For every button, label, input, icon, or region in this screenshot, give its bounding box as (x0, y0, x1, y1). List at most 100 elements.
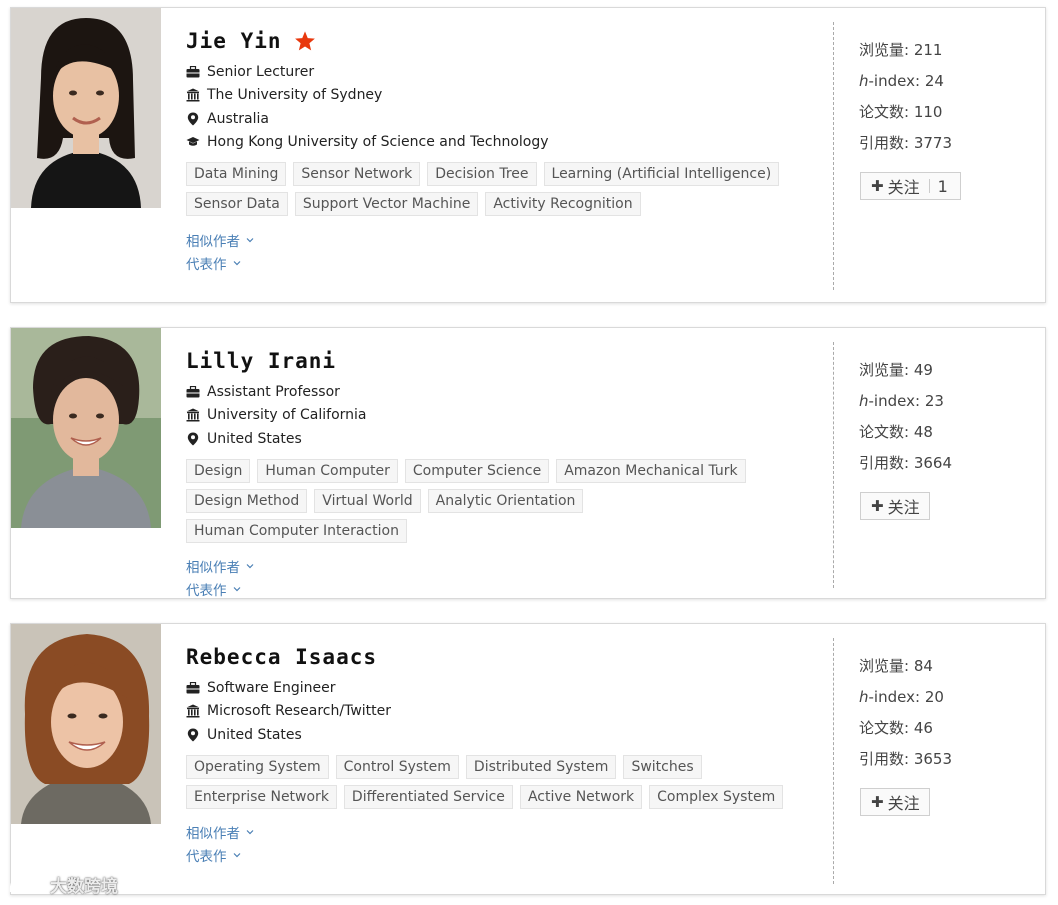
position-title: Senior Lecturer (207, 63, 315, 80)
interest-tag[interactable]: Human Computer (257, 458, 398, 483)
country: United States (207, 726, 302, 743)
interest-tag[interactable]: Differentiated Service (343, 784, 513, 809)
plus-icon: ✚ (871, 177, 884, 195)
interest-tag[interactable]: Distributed System (465, 754, 617, 779)
follow-button[interactable]: ✚ 关注 (860, 492, 930, 520)
interest-tag[interactable]: Active Network (519, 784, 643, 809)
interest-tag[interactable]: Virtual World (314, 488, 421, 513)
representative-works-label: 代表作 (186, 849, 227, 865)
interest-tag[interactable]: Amazon Mechanical Turk (556, 458, 746, 483)
interest-tag[interactable]: Human Computer Interaction (186, 518, 407, 543)
similar-authors-label: 相似作者 (186, 560, 240, 576)
representative-works-toggle[interactable]: 代表作 (186, 844, 826, 867)
views-value: 84 (913, 656, 933, 675)
hindex-prefix: h (859, 391, 869, 410)
plus-icon: ✚ (871, 497, 884, 515)
follow-label: 关注 (887, 794, 920, 813)
institution-name: University of California (207, 407, 367, 424)
interest-tag[interactable]: Learning (Artificial Intelligence) (543, 162, 780, 186)
interest-tag[interactable]: Computer Science (404, 458, 550, 483)
location-pin-icon (186, 112, 200, 126)
interest-tag[interactable]: Design (186, 458, 251, 483)
institution-name: The University of Sydney (207, 87, 383, 104)
chevron-down-icon (246, 830, 254, 835)
interest-tag[interactable]: Design Method (186, 488, 308, 513)
citations-label: 引用数: (859, 134, 910, 152)
chevron-down-icon (233, 853, 240, 858)
scholar-name[interactable]: Rebecca Isaacs (186, 645, 377, 669)
interest-tags: Data Mining Sensor Network Decision Tree… (186, 162, 806, 222)
follow-button[interactable]: ✚ 关注 1 (860, 172, 961, 200)
position-title: Assistant Professor (207, 383, 340, 400)
avatar[interactable] (11, 8, 161, 208)
citations-label: 引用数: (859, 750, 910, 768)
briefcase-icon (186, 65, 200, 79)
citations-value: 3773 (913, 133, 953, 152)
scholar-name[interactable]: Jie Yin (186, 29, 282, 53)
briefcase-icon (186, 681, 200, 695)
interest-tag[interactable]: Sensor Data (186, 192, 288, 216)
plus-icon: ✚ (871, 793, 884, 811)
hindex-label-text: -index: (868, 687, 921, 706)
star-icon[interactable] (294, 30, 316, 52)
follow-button[interactable]: ✚ 关注 (860, 788, 930, 816)
scholar-card: Lilly Irani Assistant Professor Universi… (10, 327, 1046, 599)
graduation-cap-icon (186, 135, 200, 149)
similar-authors-label: 相似作者 (186, 233, 240, 250)
views-label: 浏览量: (859, 361, 910, 379)
representative-works-toggle[interactable]: 代表作 (186, 578, 826, 601)
papers-label: 论文数: (859, 103, 910, 121)
citations-value: 3664 (913, 453, 953, 472)
interest-tag[interactable]: Enterprise Network (186, 784, 337, 809)
interest-tag[interactable]: Complex System (649, 784, 784, 809)
representative-works-label: 代表作 (186, 256, 227, 273)
country: United States (207, 430, 302, 447)
similar-authors-label: 相似作者 (186, 826, 240, 842)
follow-count: 1 (937, 176, 948, 196)
hindex-label: h-index: (859, 688, 920, 706)
watermark: 大数跨境 (8, 872, 118, 897)
follow-label: 关注 (887, 498, 920, 517)
similar-authors-toggle[interactable]: 相似作者 (186, 821, 826, 844)
interest-tag[interactable]: Decision Tree (427, 162, 537, 186)
interest-tag[interactable]: Support Vector Machine (294, 192, 479, 216)
interest-tags: Design Human Computer Computer Science A… (186, 458, 806, 549)
similar-authors-toggle[interactable]: 相似作者 (186, 228, 826, 251)
representative-works-toggle[interactable]: 代表作 (186, 251, 826, 274)
chevron-down-icon (246, 564, 254, 569)
papers-value: 48 (913, 422, 933, 441)
representative-works-label: 代表作 (186, 583, 227, 599)
institution-name: Microsoft Research/Twitter (207, 703, 392, 720)
hindex-stat: h-index: 20 (859, 681, 952, 712)
stats-panel: 浏览量: 84 h-index: 20 论文数: 46 引用数: 3653 (859, 650, 952, 774)
institution-icon (186, 408, 200, 422)
avatar[interactable] (11, 328, 161, 528)
divider (833, 342, 834, 588)
avatar[interactable] (11, 624, 161, 824)
views-stat: 浏览量: 49 (859, 354, 952, 385)
scholar-name[interactable]: Lilly Irani (186, 349, 336, 373)
views-value: 49 (913, 360, 933, 379)
interest-tag[interactable]: Analytic Orientation (427, 488, 584, 513)
hindex-label: h-index: (859, 392, 920, 410)
watermark-logo-icon (9, 874, 46, 892)
interest-tag[interactable]: Sensor Network (293, 162, 421, 186)
interest-tag[interactable]: Switches (623, 754, 702, 779)
views-value: 211 (913, 40, 943, 59)
papers-stat: 论文数: 110 (859, 96, 952, 127)
interest-tag[interactable]: Activity Recognition (485, 192, 641, 216)
views-stat: 浏览量: 211 (859, 34, 952, 65)
institution-icon (186, 88, 200, 102)
hindex-stat: h-index: 23 (859, 385, 952, 416)
interest-tag[interactable]: Operating System (186, 754, 329, 779)
interest-tag[interactable]: Data Mining (186, 162, 287, 186)
papers-label: 论文数: (859, 719, 910, 737)
views-label: 浏览量: (859, 41, 910, 59)
similar-authors-toggle[interactable]: 相似作者 (186, 555, 826, 578)
hindex-prefix: h (859, 71, 869, 90)
citations-stat: 引用数: 3664 (859, 447, 952, 478)
chevron-down-icon (246, 237, 254, 242)
hindex-label-text: -index: (868, 391, 921, 410)
location-pin-icon (186, 432, 200, 446)
interest-tag[interactable]: Control System (335, 754, 459, 779)
